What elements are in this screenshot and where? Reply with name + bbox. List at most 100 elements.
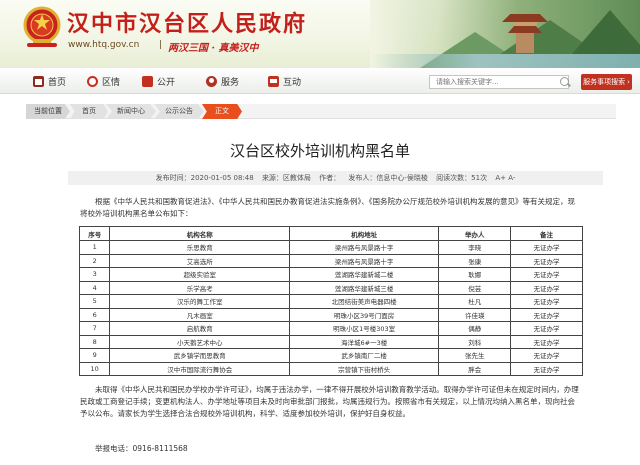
cell-index: 3 (78, 267, 111, 282)
table-row: 3 超级实验室 莲湖路华建新城二楼 耿娜 无证办学 (78, 267, 583, 282)
cell-name: 汉中市国际流行舞协会 (109, 361, 291, 376)
publish-time: 发布时间：2020-01-05 08:48 (155, 174, 254, 182)
cell-address: 梁州路与风景路十字 (289, 253, 440, 268)
cell-index: 5 (78, 294, 111, 309)
article-intro: 根据《中华人民共和国教育促进法》、《中华人民共和国民办教育促进法实施条例》、《国… (80, 197, 575, 218)
article-publisher: 发布人：信息中心-侯晓棱 (348, 174, 428, 182)
cell-address: 海洋城6#一3楼 (289, 334, 440, 349)
cell-organizer: 杜凡 (438, 294, 512, 309)
banner-scenery (370, 0, 640, 68)
article-meta: 发布时间：2020-01-05 08:48 来源：区教体局 作者： 发布人：信息… (68, 171, 603, 185)
table-row: 8 小天鹅艺术中心 海洋城6#一3楼 刘科 无证办学 (78, 334, 583, 349)
cell-remark: 无证办学 (510, 294, 583, 309)
article-notice: 未取得《中华人民共和国民办学校办学许可证》，均属于违法办学，一律不得开展校外培训… (80, 385, 579, 418)
table-row: 4 乐学高考 莲湖路华建新城三楼 倪芸 无证办学 (78, 280, 583, 295)
cell-address: 武乡镇南厂二楼 (289, 348, 440, 363)
site-banner: 汉中市汉台区人民政府 www.htq.gov.cn | 两汉三国 · 真美汉中 (0, 0, 640, 68)
site-slogan: 两汉三国 · 真美汉中 (168, 43, 259, 54)
cell-index: 1 (78, 240, 111, 255)
breadcrumb-item-news[interactable]: 新闻中心 (106, 104, 156, 119)
nav-item-label: 公开 (157, 78, 176, 88)
breadcrumb-item-notices[interactable]: 公示公告 (154, 104, 204, 119)
cell-remark: 无证办学 (510, 361, 583, 376)
cell-remark: 无证办学 (510, 240, 583, 255)
cell-organizer: 张康 (438, 253, 512, 268)
cell-name: 凡木画室 (109, 307, 291, 322)
nav-item-interaction[interactable]: 互动 (268, 75, 301, 88)
cell-name: 乐学高考 (109, 280, 291, 295)
report-phone: 举报电话：0916-8111568 (95, 444, 188, 453)
nav-item-home[interactable]: 首页 (33, 75, 66, 88)
search-input[interactable] (429, 75, 569, 89)
blacklist-table: 序号 机构名称 机构地址 举办人 备注 1 乐思教育 梁州路与风景路十字 李晓 无证办学… (78, 226, 583, 376)
table-row: 6 凡木画室 明珠小区39号门面房 许佳瑛 无证办学 (78, 307, 583, 322)
cell-name: 小天鹅艺术中心 (109, 334, 291, 349)
view-count: 阅读次数：51次 (436, 174, 488, 182)
cell-name: 启航教育 (109, 321, 291, 336)
cell-address: 梁州路与风景路十字 (289, 240, 440, 255)
cell-name: 超级实验室 (109, 267, 291, 282)
cell-remark: 无证办学 (510, 321, 583, 336)
cell-remark: 无证办学 (510, 280, 583, 295)
service-icon (206, 76, 217, 87)
nav-item-label: 首页 (48, 78, 67, 88)
cell-address: 莲湖路华建新城二楼 (289, 267, 440, 282)
table-row: 5 汉乐的舞工作室 北团结街美声电器四楼 杜凡 无证办学 (78, 294, 583, 309)
nav-item-public[interactable]: 公开 (142, 75, 175, 88)
nav-item-overview[interactable]: 区情 (87, 75, 120, 88)
cell-organizer: 张先生 (438, 348, 512, 363)
cell-remark: 无证办学 (510, 307, 583, 322)
service-search-button[interactable]: 服务事项搜索 › (581, 74, 632, 90)
cell-index: 2 (78, 253, 111, 268)
cell-name: 武乡镇学而思教育 (109, 348, 291, 363)
font-size-controls[interactable]: A+ A- (495, 174, 515, 182)
pavilion-illustration (502, 14, 548, 54)
table-row: 10 汉中市国际流行舞协会 宗营镇下街村桥头 胖会 无证办学 (78, 361, 583, 376)
search-icon[interactable] (560, 77, 569, 86)
cell-index: 8 (78, 334, 111, 349)
cell-remark: 无证办学 (510, 267, 583, 282)
nav-item-label: 互动 (283, 78, 302, 88)
cell-name: 乐思教育 (109, 240, 291, 255)
cell-index: 9 (78, 348, 111, 363)
breadcrumb-item-current: 正文 (202, 104, 242, 119)
cell-organizer: 倪芸 (438, 280, 512, 295)
nav-item-label: 服务 (221, 78, 240, 88)
header-organizer: 举办人 (438, 226, 512, 241)
cell-remark: 无证办学 (510, 253, 583, 268)
header-index: 序号 (78, 226, 111, 241)
cell-organizer: 偶静 (438, 321, 512, 336)
cell-address: 宗营镇下街村桥头 (289, 361, 440, 376)
cell-remark: 无证办学 (510, 334, 583, 349)
cell-address: 北团结街美声电器四楼 (289, 294, 440, 309)
home-icon (33, 76, 44, 87)
table-row: 1 乐思教育 梁州路与风景路十字 李晓 无证办学 (78, 240, 583, 255)
table-row: 9 武乡镇学而思教育 武乡镇南厂二楼 张先生 无证办学 (78, 348, 583, 363)
site-url: www.htq.gov.cn (68, 40, 140, 50)
cell-remark: 无证办学 (510, 348, 583, 363)
cell-organizer: 刘科 (438, 334, 512, 349)
table-row: 2 艾高选所 梁州路与风景路十字 张康 无证办学 (78, 253, 583, 268)
cell-address: 莲湖路华建新城三楼 (289, 280, 440, 295)
cell-index: 10 (78, 361, 111, 376)
article-author: 作者： (319, 174, 341, 182)
cell-organizer: 胖会 (438, 361, 512, 376)
breadcrumb: 当前位置 首页 新闻中心 公示公告 正文 (26, 104, 616, 119)
header-remark: 备注 (510, 226, 583, 241)
cell-organizer: 许佳瑛 (438, 307, 512, 322)
site-name: 汉中市汉台区人民政府 (67, 11, 308, 37)
arrow-right-icon: › (627, 78, 630, 86)
table-header-row: 序号 机构名称 机构地址 举办人 备注 (78, 226, 583, 241)
cell-name: 艾高选所 (109, 253, 291, 268)
header-name: 机构名称 (109, 226, 291, 241)
cell-index: 7 (78, 321, 111, 336)
table-row: 7 启航教育 明珠小区1号楼303室 偶静 无证办学 (78, 321, 583, 336)
service-search-label: 服务事项搜索 (583, 78, 626, 86)
header-address: 机构地址 (289, 226, 440, 241)
location-icon (87, 76, 98, 87)
cell-organizer: 耿娜 (438, 267, 512, 282)
nav-item-service[interactable]: 服务 (206, 75, 239, 88)
breadcrumb-item-home[interactable]: 首页 (70, 104, 108, 119)
nav-item-label: 区情 (102, 78, 121, 88)
cell-name: 汉乐的舞工作室 (109, 294, 291, 309)
